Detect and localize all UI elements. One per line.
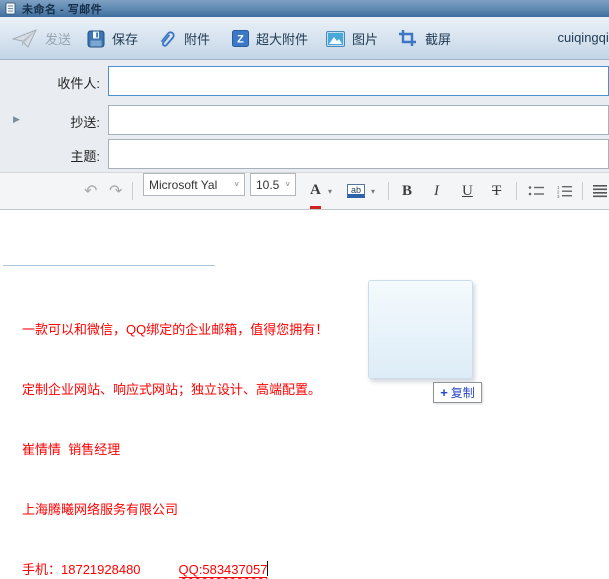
phone-text: 手机：18721928480: [22, 562, 141, 577]
svg-text:3: 3: [557, 194, 560, 198]
recipient-label: 收件人:: [0, 73, 100, 92]
attach-button[interactable]: 附件: [153, 23, 214, 54]
divider: [516, 182, 517, 200]
screenshot-button[interactable]: 截屏: [394, 23, 455, 54]
send-icon: [12, 29, 38, 49]
divider: [132, 182, 133, 200]
image-button[interactable]: 图片: [322, 23, 382, 54]
signature-text: 一款可以和微信，QQ绑定的企业邮箱，值得您拥有！ 定制企业网站、响应式网站；独立…: [22, 280, 341, 579]
highlight-button[interactable]: ab: [347, 173, 365, 209]
cc-input[interactable]: [108, 105, 609, 135]
copy-label: 复制: [451, 384, 475, 401]
bullet-list-button[interactable]: [528, 173, 545, 209]
super-attach-z-icon: Z: [232, 30, 249, 47]
recipient-input[interactable]: [108, 66, 609, 96]
underline-button[interactable]: U: [462, 173, 473, 209]
font-color-dropdown-icon[interactable]: ▾: [328, 173, 332, 209]
bold-button[interactable]: B: [402, 173, 412, 209]
font-size-select[interactable]: 10.5 ˅: [250, 173, 296, 196]
window-title: 未命名 - 写邮件: [22, 1, 102, 17]
titlebar: 未命名 - 写邮件: [0, 0, 609, 17]
chevron-down-icon: ˅: [285, 180, 290, 189]
image-label: 图片: [352, 29, 378, 48]
text-cursor: [267, 561, 268, 576]
font-family-select[interactable]: Microsoft Yal ˅: [143, 173, 245, 196]
divider: [582, 182, 583, 200]
strikethrough-button[interactable]: T: [492, 173, 501, 209]
floating-preview-panel: [368, 280, 473, 379]
save-button[interactable]: 保存: [83, 23, 142, 54]
svg-text:Z: Z: [237, 34, 244, 46]
screenshot-label: 截屏: [425, 29, 451, 48]
crop-screenshot-icon: [398, 29, 418, 48]
redo-button[interactable]: ↷: [109, 173, 122, 209]
attach-label: 附件: [184, 29, 210, 48]
qq-number-link[interactable]: QQ:583437057: [179, 562, 268, 578]
align-justify-button[interactable]: [593, 173, 607, 209]
super-attach-label: 超大附件: [256, 29, 308, 48]
plus-icon: +: [440, 386, 448, 399]
save-icon: [87, 30, 105, 48]
document-icon: [5, 2, 16, 15]
main-toolbar: 发送 保存 附件: [0, 17, 609, 60]
highlight-ab-icon: ab: [347, 184, 365, 198]
signature-line: 定制企业网站、响应式网站；独立设计、高端配置。: [22, 380, 341, 400]
highlight-dropdown-icon[interactable]: ▾: [371, 173, 375, 209]
subject-input[interactable]: [108, 139, 609, 169]
compose-mail-window: 未命名 - 写邮件 发送 保存: [0, 0, 609, 579]
recipient-row: 收件人:: [0, 66, 609, 96]
cc-row: ▶ 抄送:: [0, 105, 609, 135]
paperclip-icon: [157, 29, 177, 49]
header-fields: 收件人: ▶ 抄送: 主题:: [0, 60, 609, 172]
divider: [388, 182, 389, 200]
undo-button[interactable]: ↶: [84, 173, 97, 209]
subject-label: 主题:: [0, 146, 100, 165]
copy-button[interactable]: + 复制: [433, 382, 482, 403]
send-button[interactable]: 发送: [8, 23, 75, 54]
numbered-list-button[interactable]: 1 2 3: [556, 173, 573, 209]
send-label: 发送: [45, 29, 71, 48]
super-attach-button[interactable]: Z 超大附件: [228, 23, 312, 54]
account-name[interactable]: cuiqingqin: [557, 30, 609, 45]
message-body-editor[interactable]: 一款可以和微信，QQ绑定的企业邮箱，值得您拥有！ 定制企业网站、响应式网站；独立…: [0, 210, 609, 579]
signature-line: 上海腾曦网络服务有限公司: [22, 500, 341, 520]
chevron-down-icon: ˅: [234, 180, 239, 189]
signature-line: 崔情情 销售经理: [22, 440, 341, 460]
signature-separator: [3, 265, 215, 266]
cc-label: 抄送:: [0, 112, 100, 131]
image-icon: [326, 31, 345, 47]
italic-button[interactable]: I: [434, 173, 439, 209]
subject-row: 主题:: [0, 139, 609, 169]
signature-line: 一款可以和微信，QQ绑定的企业邮箱，值得您拥有！: [22, 320, 341, 340]
font-size-value: 10.5: [256, 178, 279, 192]
format-toolbar: ↶ ↷ Microsoft Yal ˅ 10.5 ˅ A ▾ ab ▾ B I …: [0, 172, 609, 210]
font-family-value: Microsoft Yal: [149, 178, 217, 192]
save-label: 保存: [112, 29, 138, 48]
signature-line-phone: 手机：18721928480 QQ:583437057: [22, 560, 341, 579]
font-color-button[interactable]: A: [310, 173, 321, 209]
